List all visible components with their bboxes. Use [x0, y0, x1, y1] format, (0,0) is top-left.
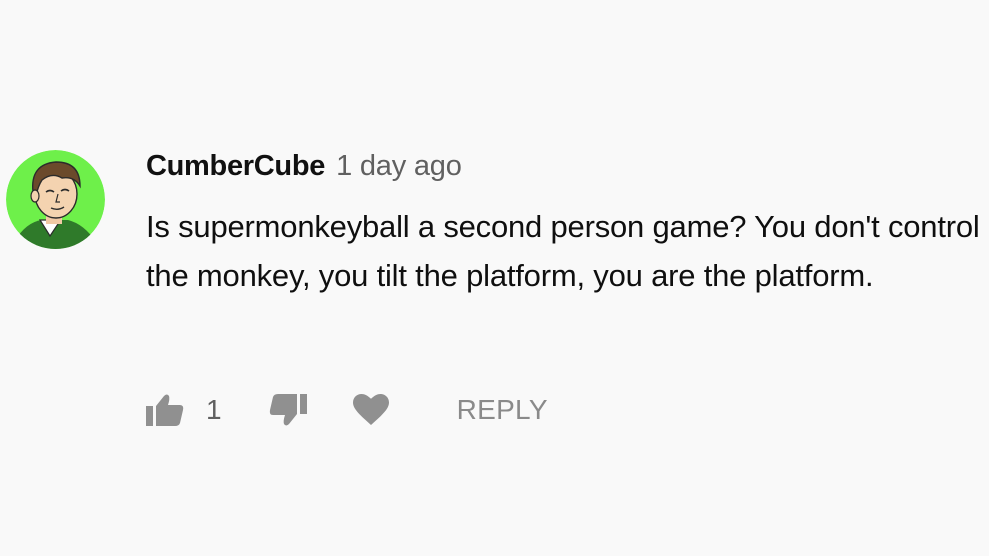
reply-button[interactable]: REPLY: [457, 394, 548, 426]
thumbs-up-icon: [146, 394, 184, 426]
thumbs-down-icon: [269, 394, 307, 426]
comment-header: CumberCube 1 day ago: [146, 150, 986, 192]
comment-body: CumberCube 1 day ago Is supermonkeyball …: [146, 150, 986, 300]
avatar[interactable]: [6, 150, 105, 249]
avatar-image: [6, 150, 105, 249]
comment-actions: 1 REPLY: [146, 388, 548, 432]
comment-text: Is supermonkeyball a second person game?…: [146, 209, 980, 293]
heart-button[interactable]: [352, 394, 389, 426]
heart-icon: [352, 394, 389, 425]
dislike-button[interactable]: [269, 393, 307, 427]
like-button[interactable]: [146, 393, 184, 427]
comment-thread: CumberCube 1 day ago Is supermonkeyball …: [0, 0, 989, 556]
comment-timestamp[interactable]: 1 day ago: [336, 150, 462, 183]
author-name[interactable]: CumberCube: [146, 150, 325, 183]
like-count: 1: [206, 394, 222, 425]
